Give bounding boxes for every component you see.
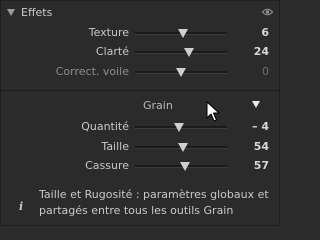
slider-thumb[interactable] xyxy=(176,68,186,77)
effets-panel: Effets Texture 6 Clarté 24 Correct. voil… xyxy=(0,0,281,226)
slider-row-cassure: Cassure 57 xyxy=(1,157,281,175)
slider-value[interactable]: 57 xyxy=(254,159,269,172)
grain-collapse-triangle-icon[interactable] xyxy=(252,101,260,108)
slider-track[interactable] xyxy=(135,68,227,77)
info-text: Taille et Rugosité : paramètres globaux … xyxy=(39,188,269,217)
slider-value[interactable]: 6 xyxy=(261,26,269,39)
slider-row-correct-voile: Correct. voile 0 xyxy=(1,63,281,81)
slider-thumb[interactable] xyxy=(174,123,185,132)
slider-value[interactable]: 0 xyxy=(262,65,269,78)
section-divider xyxy=(1,90,281,91)
slider-label: Taille xyxy=(101,140,129,153)
slider-label: Quantité xyxy=(81,120,129,133)
slider-row-taille: Taille 54 xyxy=(1,138,281,156)
slider-value[interactable]: – 4 xyxy=(252,120,269,133)
slider-track[interactable] xyxy=(135,123,227,132)
slider-track[interactable] xyxy=(135,143,227,152)
mouse-cursor-icon xyxy=(206,101,220,122)
slider-thumb[interactable] xyxy=(177,143,188,152)
slider-label: Cassure xyxy=(85,159,129,172)
slider-thumb[interactable] xyxy=(184,48,195,57)
slider-value[interactable]: 24 xyxy=(254,45,269,58)
slider-track[interactable] xyxy=(135,48,227,57)
slider-row-clarte: Clarté 24 xyxy=(1,43,281,61)
slider-track[interactable] xyxy=(135,162,227,171)
slider-thumb[interactable] xyxy=(177,29,188,38)
eye-icon[interactable] xyxy=(262,8,273,16)
slider-thumb[interactable] xyxy=(179,162,190,171)
panel-header[interactable]: Effets xyxy=(7,6,273,22)
collapse-triangle-icon[interactable] xyxy=(7,9,15,16)
panel-title: Effets xyxy=(21,6,53,19)
grain-title: Grain xyxy=(143,99,173,112)
slider-label: Correct. voile xyxy=(55,65,129,78)
slider-track[interactable] xyxy=(135,29,227,38)
slider-value[interactable]: 54 xyxy=(254,140,269,153)
info-icon: i xyxy=(19,200,24,213)
slider-row-texture: Texture 6 xyxy=(1,24,281,42)
slider-row-quantite: Quantité – 4 xyxy=(1,118,281,136)
slider-label: Texture xyxy=(88,26,129,39)
slider-label: Clarté xyxy=(95,45,129,58)
